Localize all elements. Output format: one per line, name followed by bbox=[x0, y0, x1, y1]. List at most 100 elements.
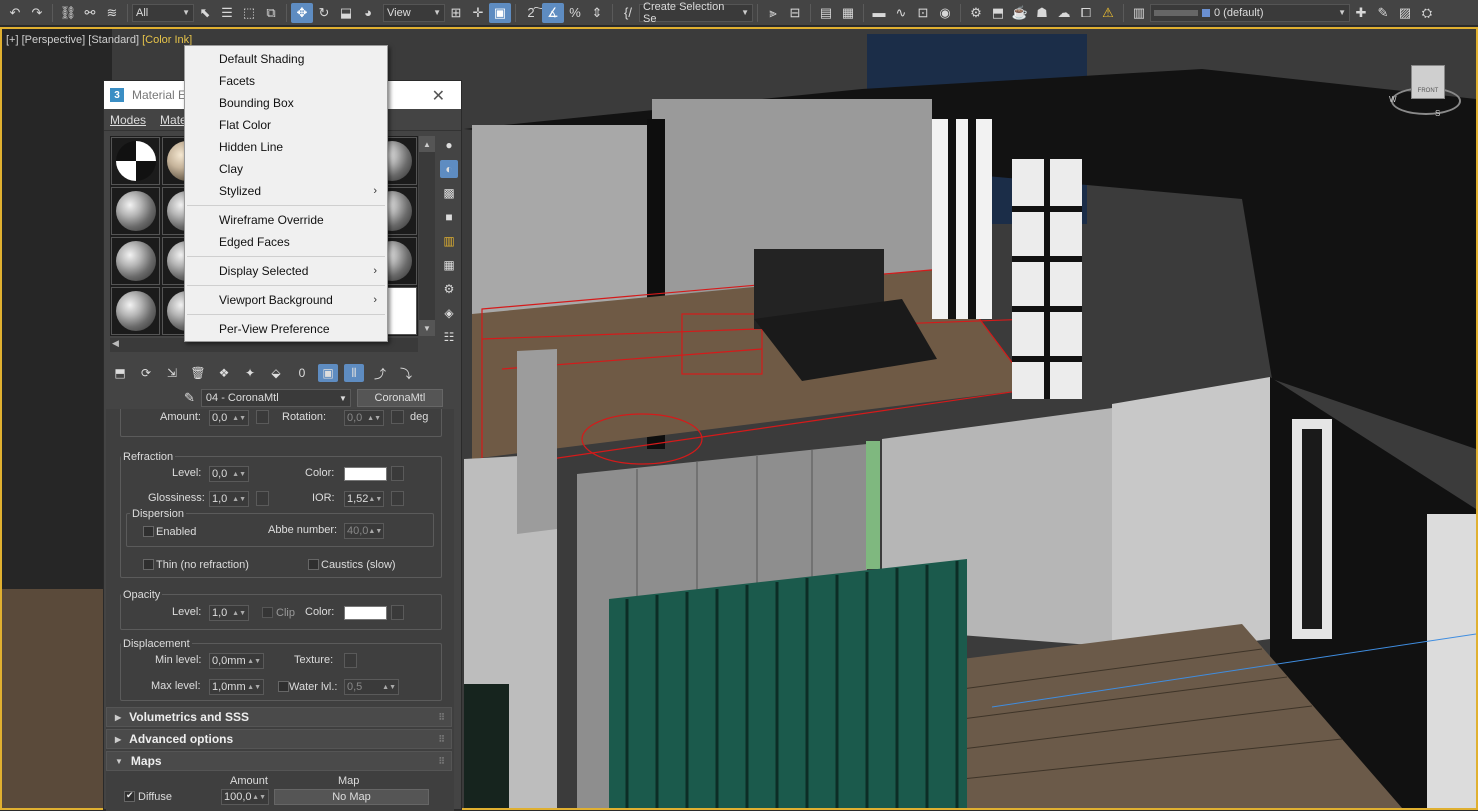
menu-modes[interactable]: Modes bbox=[110, 113, 146, 127]
water-level-checkbox[interactable] bbox=[278, 681, 289, 692]
select-layer-objects-icon[interactable]: ▨ bbox=[1394, 3, 1416, 23]
opacity-color-swatch[interactable] bbox=[344, 606, 387, 620]
layer-manager-icon[interactable]: ▥ bbox=[1128, 3, 1150, 23]
toggle-layer-explorer-icon[interactable]: ▦ bbox=[837, 3, 859, 23]
thin-checkbox[interactable] bbox=[143, 559, 154, 570]
mirror-icon[interactable]: ⫸ bbox=[762, 3, 784, 23]
min-level-spinner[interactable]: 0,0mm ▲▼ bbox=[209, 653, 264, 669]
select-by-name-icon[interactable]: ☰ bbox=[216, 3, 238, 23]
selection-filter-dropdown[interactable]: All ▼ bbox=[132, 3, 194, 22]
maps-rollout-header[interactable]: ▼ Maps ⠿ bbox=[106, 751, 452, 771]
make-copy-icon[interactable]: ❖ bbox=[214, 364, 234, 382]
make-preview-icon[interactable]: ▦ bbox=[440, 256, 458, 274]
material-id-channel-icon[interactable]: 0 bbox=[292, 364, 312, 382]
layer-dropdown[interactable]: 0 (default) ▼ bbox=[1150, 3, 1350, 22]
pivot-icon[interactable]: ⊞ bbox=[445, 3, 467, 23]
sample-uv-tiling-icon[interactable]: ■ bbox=[440, 208, 458, 226]
select-manipulate-icon[interactable]: ✛ bbox=[467, 3, 489, 23]
undo-icon[interactable]: ↶ bbox=[4, 3, 26, 23]
background-icon[interactable]: ▩ bbox=[440, 184, 458, 202]
backlight-icon[interactable]: ◐ bbox=[440, 160, 458, 178]
material-type-button[interactable]: CoronaMtl bbox=[356, 389, 443, 407]
redo-icon[interactable]: ↷ bbox=[26, 3, 48, 23]
render-setup-icon[interactable]: ⚙ bbox=[965, 3, 987, 23]
caustics-checkbox[interactable] bbox=[308, 559, 319, 570]
go-forward-to-sibling-icon[interactable]: ⤵ bbox=[396, 364, 416, 382]
curve-editor-icon[interactable]: ∿ bbox=[890, 3, 912, 23]
viewcube-west-label[interactable]: W bbox=[1389, 95, 1397, 104]
menu-item-clay[interactable]: Clay bbox=[185, 158, 387, 180]
pick-material-eyedropper-icon[interactable]: ✎ bbox=[184, 390, 195, 406]
volumetrics-rollout-header[interactable]: ▶ Volumetrics and SSS ⠿ bbox=[106, 707, 452, 727]
set-current-layer-icon[interactable]: ⛭ bbox=[1416, 3, 1438, 23]
select-object-icon[interactable]: ⬉ bbox=[194, 3, 216, 23]
viewcube-box[interactable]: FRONT bbox=[1411, 65, 1445, 99]
abbe-number-spinner[interactable]: 40,0 ▲▼ bbox=[344, 523, 384, 539]
angle-snap-icon[interactable]: ∡ bbox=[542, 2, 564, 23]
keyboard-shortcut-override-icon[interactable]: ▣ bbox=[489, 2, 511, 23]
viewport-mode[interactable]: [Standard] bbox=[88, 34, 139, 46]
viewcube[interactable]: FRONT W S bbox=[1387, 59, 1467, 129]
displacement-texture-button[interactable] bbox=[344, 653, 357, 668]
menu-material[interactable]: Mate bbox=[160, 113, 187, 127]
drag-handle-icon[interactable]: ⠿ bbox=[438, 712, 445, 723]
show-shaded-material-icon[interactable]: ▣ bbox=[318, 364, 338, 382]
drag-handle-icon[interactable]: ⠿ bbox=[438, 756, 445, 767]
menu-item-default-shading[interactable]: Default Shading bbox=[185, 48, 387, 70]
rotation-spinner[interactable]: 0,0 ▲▼ bbox=[344, 410, 384, 426]
scale-icon[interactable]: ⬓ bbox=[335, 3, 357, 23]
menu-item-display-selected[interactable]: Display Selected › bbox=[185, 260, 387, 282]
opacity-color-map-button[interactable] bbox=[391, 605, 404, 620]
put-to-library-icon[interactable]: ⬙ bbox=[266, 364, 286, 382]
ior-spinner[interactable]: 1,52 ▲▼ bbox=[344, 491, 384, 507]
menu-item-hidden-line[interactable]: Hidden Line bbox=[185, 136, 387, 158]
render-iterative-icon[interactable]: ☗ bbox=[1031, 3, 1053, 23]
menu-item-bounding-box[interactable]: Bounding Box bbox=[185, 92, 387, 114]
sample-slots-vertical-scrollbar[interactable]: ▲ ▼ bbox=[419, 136, 435, 336]
clip-checkbox[interactable] bbox=[262, 607, 273, 618]
menu-item-viewport-background[interactable]: Viewport Background › bbox=[185, 289, 387, 311]
advanced-options-rollout-header[interactable]: ▶ Advanced options ⠿ bbox=[106, 729, 452, 749]
reference-coordinate-dropdown[interactable]: View ▼ bbox=[383, 3, 445, 22]
menu-item-edged-faces[interactable]: Edged Faces bbox=[185, 231, 387, 253]
toggle-scene-explorer-icon[interactable]: ▤ bbox=[815, 3, 837, 23]
sample-slot[interactable] bbox=[111, 187, 161, 235]
put-to-scene-icon[interactable]: ⟳ bbox=[136, 364, 156, 382]
close-icon[interactable]: ✕ bbox=[432, 86, 445, 106]
video-color-check-icon[interactable]: ▥ bbox=[440, 232, 458, 250]
scroll-up-icon[interactable]: ▲ bbox=[419, 136, 435, 152]
sample-type-icon[interactable]: ● bbox=[440, 136, 458, 154]
rendered-frame-icon[interactable]: ⬒ bbox=[987, 3, 1009, 23]
snap-toggle-icon[interactable]: 2͠ bbox=[520, 3, 542, 23]
sample-slot[interactable] bbox=[111, 237, 161, 285]
a360-icon[interactable]: ⧠ bbox=[1075, 3, 1097, 23]
viewcube-south-label[interactable]: S bbox=[1435, 109, 1440, 118]
material-editor-icon[interactable]: ◉ bbox=[934, 3, 956, 23]
link-icon[interactable]: ⛓ bbox=[57, 3, 79, 23]
warning-icon[interactable]: ⚠ bbox=[1097, 3, 1119, 23]
menu-item-per-view-preference[interactable]: Per-View Preference bbox=[185, 318, 387, 340]
rotation-map-button[interactable] bbox=[391, 410, 404, 424]
menu-item-wireframe-override[interactable]: Wireframe Override bbox=[185, 209, 387, 231]
refraction-color-swatch[interactable] bbox=[344, 467, 387, 481]
menu-item-stylized[interactable]: Stylized › bbox=[185, 180, 387, 202]
diffuse-amount-spinner[interactable]: 100,0 ▲▼ bbox=[221, 789, 269, 805]
diffuse-map-checkbox[interactable] bbox=[124, 790, 135, 802]
unlink-icon[interactable]: ⚯ bbox=[79, 3, 101, 23]
scroll-down-icon[interactable]: ▼ bbox=[419, 320, 435, 336]
max-level-spinner[interactable]: 1,0mm ▲▼ bbox=[209, 679, 264, 695]
amount-spinner[interactable]: 0,0 ▲▼ bbox=[209, 410, 249, 426]
drag-handle-icon[interactable]: ⠿ bbox=[438, 734, 445, 745]
window-crossing-icon[interactable]: ⧉ bbox=[260, 3, 282, 23]
schematic-view-icon[interactable]: ⊡ bbox=[912, 3, 934, 23]
percent-snap-icon[interactable]: % bbox=[564, 3, 586, 23]
viewport-menu-plus[interactable]: [+] bbox=[6, 34, 19, 46]
dispersion-enabled-checkbox[interactable] bbox=[143, 526, 154, 537]
spinner-snap-icon[interactable]: ⇕ bbox=[586, 3, 608, 23]
edit-named-selection-icon[interactable]: {/ bbox=[617, 3, 639, 23]
make-unique-icon[interactable]: ✦ bbox=[240, 364, 260, 382]
create-layer-icon[interactable]: ✚ bbox=[1350, 3, 1372, 23]
get-material-icon[interactable]: ⬒ bbox=[110, 364, 130, 382]
refraction-level-spinner[interactable]: 0,0 ▲▼ bbox=[209, 466, 249, 482]
align-icon[interactable]: ⊟ bbox=[784, 3, 806, 23]
